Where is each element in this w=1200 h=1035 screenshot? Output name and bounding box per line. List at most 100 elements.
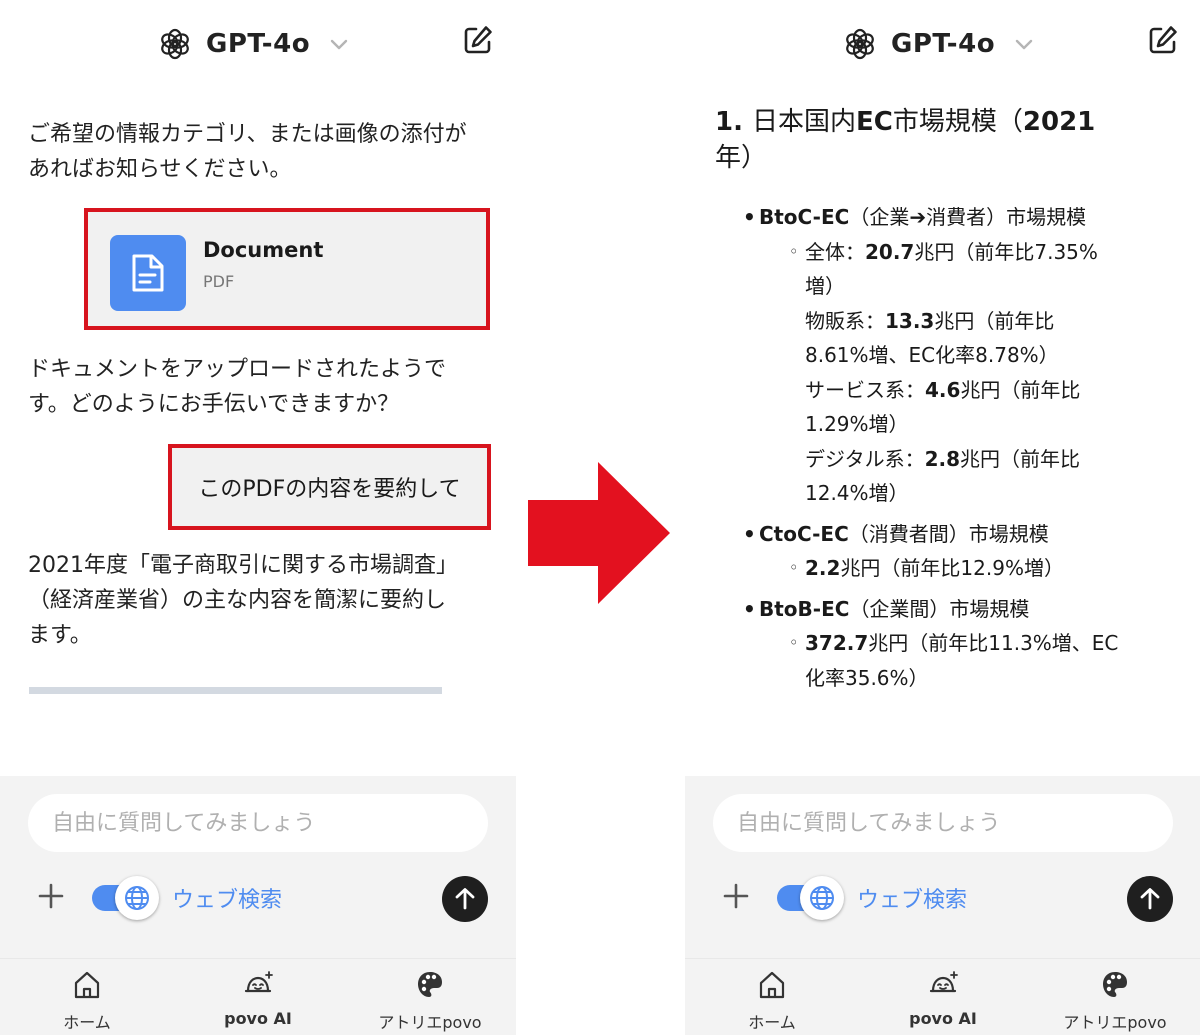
heading-text: 年）	[715, 143, 768, 173]
povo-ai-icon	[244, 971, 273, 993]
nav-item-povo-ai[interactable]: povo AI	[868, 969, 1018, 1033]
right-screen: GPT-4o 1. 日本国内EC市場規模（2021 年） BtoC-EC（企業➔消…	[685, 0, 1200, 1035]
web-search-label[interactable]: ウェブ検索	[172, 882, 282, 914]
heading-text: 市場規模（	[892, 107, 1023, 137]
list-item: CtoC-EC（消費者間）市場規模	[715, 517, 1185, 552]
item-text: （企業➔消費者）市場規模	[849, 205, 1087, 229]
item-text: 兆円（前年比7.35%	[914, 239, 1098, 264]
toggle-knob	[115, 876, 159, 920]
heading-text: 日本国内	[752, 107, 857, 137]
item-text: サービス系：	[805, 377, 925, 402]
nav-item-atelier-povo[interactable]: アトリエpovo	[1040, 969, 1190, 1033]
item-text: デジタル系：	[805, 446, 925, 471]
item-text: 増）	[805, 274, 845, 298]
summary-heading: 1. 日本国内EC市場規模（2021 年）	[715, 104, 1175, 176]
sub-list-item: 2.2兆円（前年比12.9%増）	[715, 551, 1185, 586]
send-button[interactable]	[1127, 876, 1173, 922]
nav-label: ホーム	[748, 1013, 796, 1032]
chat-header: GPT-4o	[0, 0, 516, 86]
assistant-message: 2021年度「電子商取引に関する市場調査」（経済産業省）の主な内容を簡潔に要約し…	[28, 553, 447, 648]
document-icon	[110, 235, 186, 311]
composer: ウェブ検索	[685, 776, 1200, 958]
chat-header: GPT-4o	[685, 0, 1200, 86]
heading-text: 2021	[1022, 107, 1096, 137]
toggle-knob	[800, 876, 844, 920]
model-name: GPT-4o	[206, 29, 311, 59]
edit-icon	[464, 26, 492, 54]
item-label: CtoC-EC	[759, 521, 849, 546]
divider	[29, 687, 442, 694]
summary-content: 1. 日本国内EC市場規模（2021 年） BtoC-EC（企業➔消費者）市場規模…	[715, 104, 1175, 690]
list-item: BtoB-EC（企業間）市場規模	[715, 592, 1185, 627]
item-text: 兆円（前年比	[934, 308, 1055, 333]
new-chat-button[interactable]	[462, 24, 494, 56]
plus-icon	[723, 883, 749, 909]
new-chat-button[interactable]	[1147, 24, 1179, 56]
item-text: 物販系：	[805, 308, 885, 333]
chevron-down-icon	[330, 39, 348, 50]
message-input[interactable]	[713, 794, 1173, 852]
arrow-up-icon	[455, 888, 475, 910]
item-value: 2.8	[924, 446, 961, 471]
openai-logo-icon	[846, 28, 874, 60]
povo-ai-icon	[929, 971, 958, 993]
list-item: BtoC-EC（企業➔消費者）市場規模	[715, 200, 1185, 235]
nav-label: povo AI	[224, 1009, 292, 1028]
item-text: 1.29%増）	[805, 412, 909, 436]
arrow-up-icon	[1140, 888, 1160, 910]
item-value: 20.7	[865, 239, 915, 264]
edit-icon	[1149, 26, 1177, 54]
sub-list-item: 372.7兆円（前年比11.3%増、EC 化率35.6%）	[715, 626, 1185, 695]
heading-number: 1.	[715, 107, 753, 137]
composer: ウェブ検索	[0, 776, 516, 958]
chevron-down-icon	[1015, 39, 1033, 50]
assistant-message: ドキュメントをアップロードされたようです。どのようにお手伝いできますか？	[28, 357, 447, 417]
item-text: 化率35.6%）	[805, 665, 929, 690]
item-text: 兆円（前年比12.9%増）	[840, 556, 1064, 580]
model-selector[interactable]: GPT-4o	[158, 24, 350, 64]
openai-logo-icon	[161, 28, 189, 60]
web-search-label[interactable]: ウェブ検索	[857, 882, 967, 914]
item-label: BtoB-EC	[759, 596, 850, 621]
web-search-toggle[interactable]	[90, 876, 159, 920]
item-text: （企業間）市場規模	[849, 596, 1030, 621]
assistant-message: ご希望の情報カテゴリ、または画像の添付があればお知らせください。	[28, 122, 467, 182]
item-text: 12.4%増）	[805, 481, 909, 505]
item-text: 兆円（前年比11.3%増、EC	[868, 631, 1119, 655]
home-icon	[74, 971, 100, 999]
nav-label: povo AI	[909, 1009, 977, 1028]
model-selector[interactable]: GPT-4o	[843, 24, 1035, 64]
add-attachment-button[interactable]	[36, 881, 66, 911]
palette-icon	[418, 972, 442, 997]
heading-text: EC	[856, 107, 893, 137]
summary-list: BtoC-EC（企業➔消費者）市場規模 全体：20.7兆円（前年比7.35% 増…	[715, 200, 1185, 695]
sub-list-item: 全体：20.7兆円（前年比7.35% 増） 物販系：13.3兆円（前年比 8.6…	[715, 235, 1185, 511]
item-text: 8.61%増、EC化率8.78%）	[805, 343, 1059, 367]
web-search-toggle[interactable]	[775, 876, 844, 920]
nav-item-home[interactable]: ホーム	[12, 969, 162, 1033]
add-attachment-button[interactable]	[721, 881, 751, 911]
send-button[interactable]	[442, 876, 488, 922]
nav-item-atelier-povo[interactable]: アトリエpovo	[355, 969, 505, 1033]
pdf-attachment-card[interactable]: Document PDF	[84, 208, 490, 330]
nav-item-home[interactable]: ホーム	[697, 969, 847, 1033]
globe-icon	[810, 886, 834, 910]
item-value: 372.7	[805, 631, 869, 655]
message-input[interactable]	[28, 794, 488, 852]
left-screen: GPT-4o ご希望の情報カテゴリ、または画像の添付があればお知らせください。 …	[0, 0, 516, 1035]
model-name: GPT-4o	[891, 29, 996, 59]
nav-label: アトリエpovo	[378, 1013, 482, 1032]
item-value: 13.3	[885, 308, 935, 333]
attachment-type: PDF	[203, 272, 235, 291]
item-value: 2.2	[805, 556, 841, 580]
item-text: 全体：	[805, 239, 865, 264]
item-text: 兆円（前年比	[960, 377, 1081, 402]
user-message: このPDFの内容を要約して	[168, 444, 491, 530]
bottom-nav: ホーム povo AI アトリエpovo	[0, 958, 516, 1035]
nav-label: ホーム	[63, 1013, 111, 1032]
item-value: 4.6	[925, 377, 961, 402]
item-label: BtoC-EC	[759, 205, 850, 229]
bottom-nav: ホーム povo AI アトリエpovo	[685, 958, 1200, 1035]
nav-item-povo-ai[interactable]: povo AI	[183, 969, 333, 1033]
nav-label: アトリエpovo	[1063, 1013, 1167, 1032]
